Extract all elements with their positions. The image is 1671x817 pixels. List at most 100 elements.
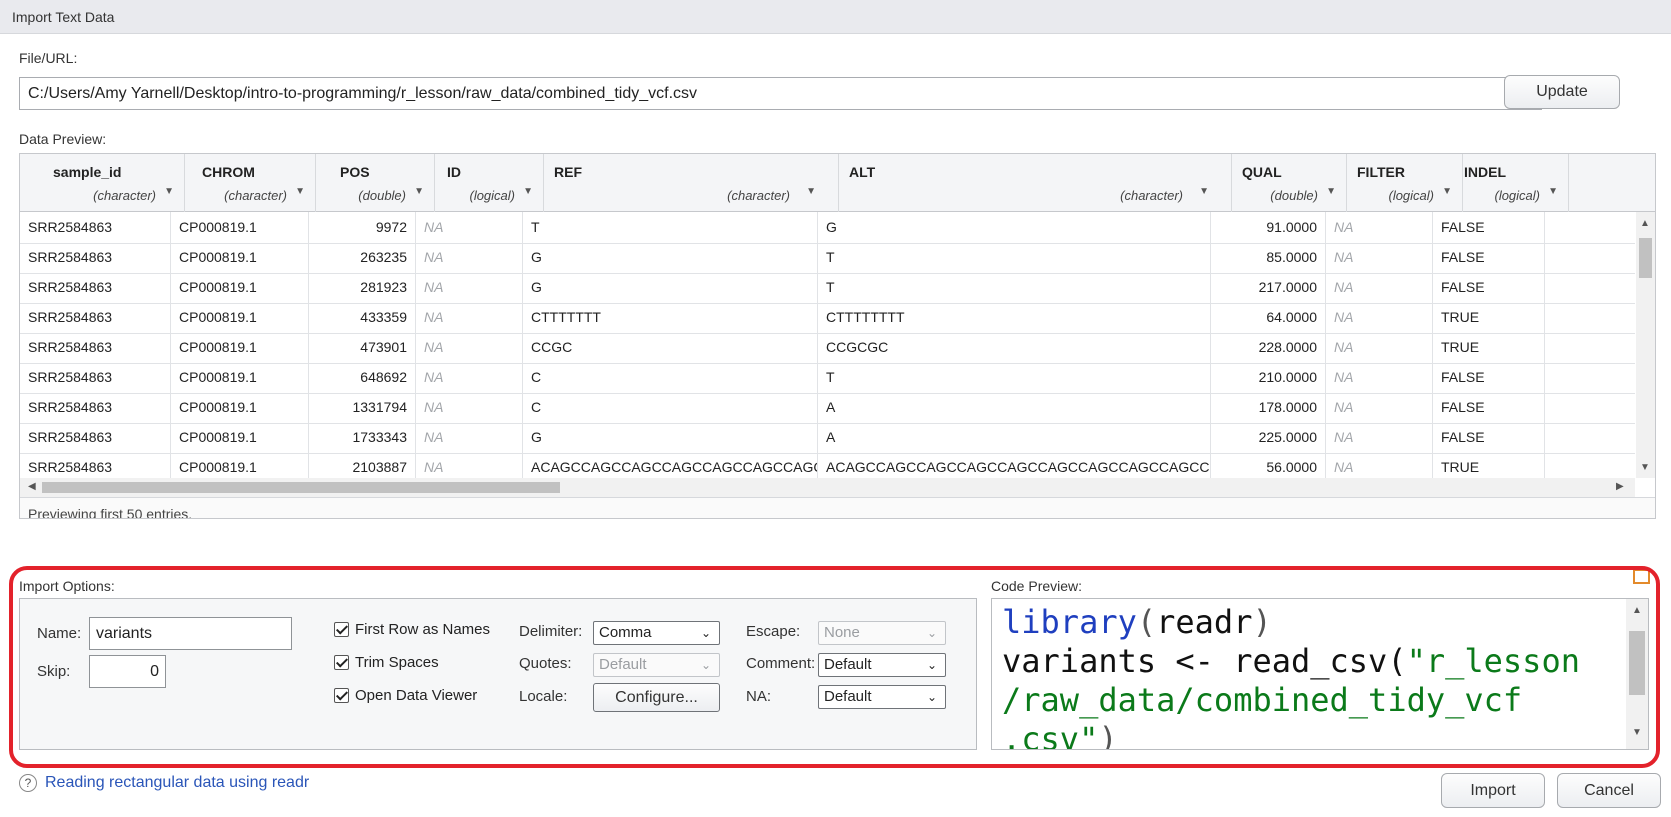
name-input[interactable] (89, 617, 292, 650)
table-cell: 56.0000 (1211, 452, 1326, 478)
code-string: .csv" (1002, 720, 1099, 750)
caret-down-icon[interactable]: ▼ (1326, 186, 1336, 197)
column-type[interactable]: (double) (358, 188, 406, 203)
column-header[interactable]: ID (logical) ▼ (439, 154, 544, 212)
column-header[interactable]: CHROM (character) ▼ (194, 154, 316, 212)
table-cell: 433359 (309, 302, 416, 334)
code-scrollbar[interactable]: ▲ ▼ (1626, 599, 1648, 749)
table-cell: 178.0000 (1211, 392, 1326, 424)
table-cell: NA (416, 332, 523, 364)
first-row-label: First Row as Names (355, 621, 491, 638)
scroll-down-icon[interactable]: ▼ (1632, 727, 1642, 738)
skip-input[interactable] (89, 655, 166, 688)
table-row: SRR2584863 CP000819.1 473901 NA CCGC CCGCGC 22… (20, 332, 1635, 364)
caret-down-icon[interactable]: ▼ (295, 186, 305, 197)
code-string: /raw_data/combined_tidy_vcf (1002, 681, 1523, 719)
checkbox-checked-icon[interactable] (334, 655, 349, 670)
column-header[interactable]: REF (character) ▼ (546, 154, 839, 212)
caret-down-icon[interactable]: ▼ (1442, 186, 1452, 197)
table-cell: CP000819.1 (171, 242, 309, 274)
readr-help-link[interactable]: ? Reading rectangular data using readr (19, 774, 309, 792)
scroll-up-icon[interactable]: ▲ (1640, 218, 1650, 229)
table-cell: T (523, 212, 818, 244)
table-cell: NA (1326, 332, 1433, 364)
scroll-up-icon[interactable]: ▲ (1632, 605, 1642, 616)
column-name: CHROM (202, 164, 255, 180)
scroll-down-icon[interactable]: ▼ (1640, 462, 1650, 473)
checkbox-checked-icon[interactable] (334, 688, 349, 703)
help-link-text[interactable]: Reading rectangular data using readr (45, 774, 309, 792)
code-preview-editor[interactable]: library(readr) variants <- read_csv("r_l… (991, 598, 1649, 750)
quotes-value: Default (599, 656, 647, 673)
copy-toggle-icon[interactable] (1633, 569, 1650, 584)
file-url-input[interactable] (19, 77, 1542, 110)
table-cell: T (818, 272, 1211, 304)
table-cell: 91.0000 (1211, 212, 1326, 244)
code-string: "r_lesson (1406, 642, 1580, 680)
column-type[interactable]: (logical) (1388, 188, 1434, 203)
column-header[interactable]: POS (double) ▼ (332, 154, 435, 212)
delimiter-value: Comma (599, 624, 652, 641)
configure-button[interactable]: Configure... (593, 683, 720, 712)
column-header[interactable]: QUAL (double) ▼ (1234, 154, 1347, 212)
vertical-scrollbar[interactable]: ▲ ▼ (1636, 212, 1655, 478)
cancel-button[interactable]: Cancel (1557, 773, 1661, 808)
trim-spaces-checkbox[interactable]: Trim Spaces (334, 654, 439, 671)
table-cell: FALSE (1433, 392, 1545, 424)
delimiter-select[interactable]: Comma ⌄ (593, 621, 720, 645)
na-select[interactable]: Default ⌄ (818, 685, 946, 709)
scroll-left-icon[interactable]: ◀ (28, 481, 36, 492)
column-header[interactable]: INDEL (logical) ▼ (1456, 154, 1569, 212)
column-type[interactable]: (character) (1120, 188, 1183, 203)
column-header[interactable]: FILTER (logical) ▼ (1349, 154, 1463, 212)
column-type[interactable]: (double) (1270, 188, 1318, 203)
column-type[interactable]: (logical) (469, 188, 515, 203)
column-type[interactable]: (character) (224, 188, 287, 203)
caret-down-icon[interactable]: ▼ (1199, 186, 1209, 197)
open-viewer-checkbox[interactable]: Open Data Viewer (334, 687, 477, 704)
scroll-thumb[interactable] (1639, 238, 1652, 278)
caret-down-icon[interactable]: ▼ (806, 186, 816, 197)
chevron-down-icon: ⌄ (700, 626, 711, 640)
table-cell: T (818, 362, 1211, 394)
column-header[interactable]: ALT (character) ▼ (841, 154, 1232, 212)
caret-down-icon[interactable]: ▼ (523, 186, 533, 197)
table-cell: 64.0000 (1211, 302, 1326, 334)
skip-label: Skip: (37, 663, 71, 680)
caret-down-icon[interactable]: ▼ (164, 186, 174, 197)
column-type[interactable]: (logical) (1494, 188, 1540, 203)
scroll-right-icon[interactable]: ▶ (1616, 481, 1624, 492)
name-label: Name: (37, 625, 82, 642)
trim-spaces-label: Trim Spaces (355, 654, 439, 671)
column-type[interactable]: (character) (93, 188, 156, 203)
table-cell: CP000819.1 (171, 272, 309, 304)
table-cell: SRR2584863 (20, 362, 171, 394)
quotes-select[interactable]: Default ⌄ (593, 653, 720, 677)
column-type[interactable]: (character) (727, 188, 790, 203)
table-cell: TRUE (1433, 302, 1545, 334)
table-cell: 225.0000 (1211, 422, 1326, 454)
table-cell: SRR2584863 (20, 272, 171, 304)
caret-down-icon[interactable]: ▼ (1548, 186, 1558, 197)
na-value: Default (824, 688, 872, 705)
horizontal-scrollbar[interactable]: ◀ ▶ (20, 478, 1635, 497)
scroll-thumb[interactable] (42, 482, 560, 493)
table-cell: 473901 (309, 332, 416, 364)
table-cell: CTTTTTTTT (818, 302, 1211, 334)
first-row-checkbox[interactable]: First Row as Names (334, 621, 490, 638)
table-cell: G (523, 242, 818, 274)
code-token: variants <- read_csv( (1002, 642, 1407, 680)
scroll-thumb[interactable] (1629, 631, 1645, 695)
comment-select[interactable]: Default ⌄ (818, 653, 946, 677)
update-button[interactable]: Update (1504, 75, 1620, 109)
column-header[interactable]: sample_id (character) ▼ (45, 154, 185, 212)
escape-select[interactable]: None ⌄ (818, 621, 946, 645)
table-cell: CP000819.1 (171, 332, 309, 364)
table-cell: CP000819.1 (171, 392, 309, 424)
caret-down-icon[interactable]: ▼ (414, 186, 424, 197)
table-cell: CP000819.1 (171, 452, 309, 478)
code-token: readr (1156, 603, 1253, 641)
checkbox-checked-icon[interactable] (334, 622, 349, 637)
comment-label: Comment: (746, 655, 816, 672)
import-button[interactable]: Import (1441, 773, 1545, 808)
